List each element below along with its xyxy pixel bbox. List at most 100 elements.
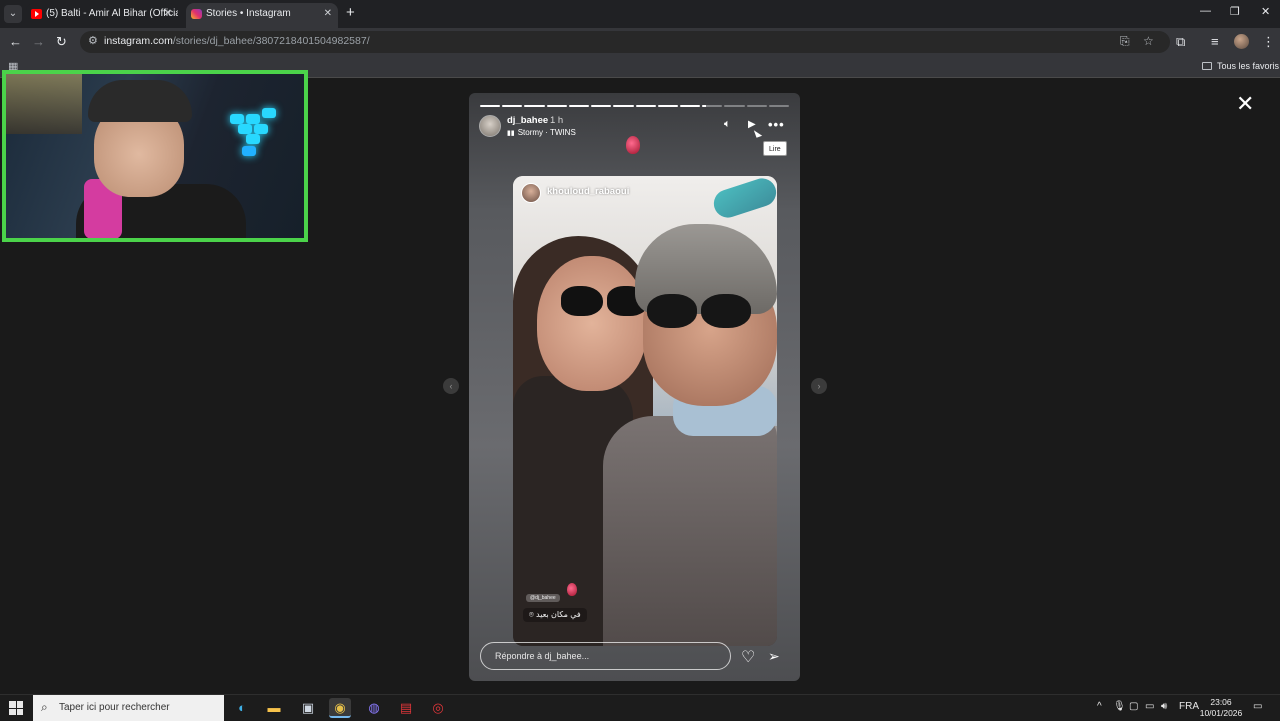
- story-progress-segment: [635, 105, 656, 107]
- profile-avatar[interactable]: [1234, 34, 1249, 49]
- photo-person-jacket: [603, 416, 777, 646]
- story-progress-segment: [546, 105, 567, 107]
- story-progress-fill: [568, 105, 590, 107]
- previous-story-button[interactable]: ‹: [443, 378, 459, 394]
- story-music-label[interactable]: ▮▮ Stormy · TWINS: [507, 128, 576, 137]
- heart-icon[interactable]: ♡: [741, 647, 755, 667]
- taskbar-clock[interactable]: 23:06 10/01/2026: [1199, 697, 1243, 719]
- tab-label: (5) Balti - Amir Al Bihar (Official: [46, 8, 178, 19]
- sunglasses-lens: [561, 286, 603, 316]
- file-explorer-icon[interactable]: ▬: [263, 698, 285, 718]
- address-bar[interactable]: ⚙ instagram.com/stories/dj_bahee/3807218…: [80, 31, 1170, 53]
- story-progress-segment: [724, 105, 745, 107]
- show-hidden-icons-icon[interactable]: ^: [1097, 701, 1102, 712]
- close-icon[interactable]: ✕: [1236, 93, 1254, 115]
- story-progress-segment: [568, 105, 590, 107]
- story-author-username[interactable]: dj_bahee: [507, 115, 548, 126]
- app-icon[interactable]: ▤: [395, 698, 417, 718]
- tab-label: Stories • Instagram: [206, 8, 291, 19]
- minimize-icon[interactable]: —: [1200, 5, 1211, 17]
- clock-time: 23:06: [1210, 697, 1232, 707]
- all-bookmarks-button[interactable]: Tous les favoris: [1202, 61, 1279, 71]
- site-info-icon[interactable]: ⚙: [88, 34, 98, 47]
- extensions-icon[interactable]: ⧉: [1176, 34, 1185, 50]
- reload-icon[interactable]: ↻: [56, 34, 67, 50]
- bookmark-star-icon[interactable]: ☆: [1143, 34, 1154, 48]
- story-progress-fill: [657, 105, 678, 107]
- edge-icon[interactable]: ◐: [231, 698, 253, 718]
- windows-start-icon[interactable]: [9, 701, 23, 715]
- menu-icon[interactable]: ⋮: [1262, 34, 1275, 50]
- story-progress-fill: [480, 105, 501, 107]
- all-bookmarks-label: Tous les favoris: [1217, 61, 1280, 71]
- url-host: instagram.com: [104, 35, 173, 47]
- story-progress-fill: [546, 105, 567, 107]
- microphone-icon[interactable]: 🎙︎: [1113, 701, 1126, 712]
- notifications-icon[interactable]: ▭: [1253, 701, 1262, 712]
- tab-instagram[interactable]: Stories • Instagram ✕: [186, 3, 338, 28]
- background-light: [6, 74, 82, 134]
- search-icon: ⌕: [41, 700, 48, 714]
- story-progress-segment: [591, 105, 612, 107]
- send-icon[interactable]: ➢: [768, 648, 780, 665]
- shared-post-photo[interactable]: khouloud_rabaoui @dj_bahee ⌾ في مكان بعي…: [513, 176, 777, 646]
- tab-close-icon[interactable]: ✕: [324, 3, 332, 25]
- forward-icon[interactable]: →: [32, 34, 45, 50]
- play-icon[interactable]: ▶: [748, 119, 756, 130]
- story-progress-fill: [679, 105, 701, 107]
- more-options-icon[interactable]: •••: [768, 117, 785, 132]
- location-tag[interactable]: ⌾ في مكان بعيد: [523, 608, 587, 622]
- story-progress-segment: [657, 105, 678, 107]
- next-story-button[interactable]: ›: [811, 378, 827, 394]
- url-path: /stories/dj_bahee/3807218401504982587/: [172, 35, 370, 47]
- windows-taskbar: ⌕ Taper ici pour rechercher ◐ ▬ ▣ ◉ ◍ ▤ …: [0, 694, 1280, 721]
- install-app-icon[interactable]: ⎘: [1120, 34, 1130, 49]
- media-icon[interactable]: ≡: [1211, 34, 1219, 50]
- taskbar-search-placeholder: Taper ici pour rechercher: [59, 702, 170, 713]
- story-progress-fill: [591, 105, 612, 107]
- tab-search-button[interactable]: ⌄: [4, 5, 22, 23]
- mention-tag[interactable]: @dj_bahee: [526, 594, 560, 602]
- heart-sticker: [567, 583, 577, 596]
- restore-icon[interactable]: ❐: [1230, 5, 1240, 18]
- story-progress-fill: [502, 105, 523, 107]
- hexagon-light: [238, 124, 252, 134]
- back-icon[interactable]: ←: [9, 34, 22, 50]
- story-card[interactable]: dj_bahee 1 h ▮▮ Stormy · TWINS 🔈︎ ▶ ••• L…: [469, 93, 800, 681]
- reply-input[interactable]: Répondre à dj_bahee...: [480, 642, 731, 670]
- volume-icon[interactable]: 🔊︎: [1161, 701, 1167, 712]
- app-icon[interactable]: ◍: [363, 698, 385, 718]
- hexagon-light: [262, 108, 276, 118]
- taskbar-search[interactable]: ⌕ Taper ici pour rechercher: [33, 695, 224, 721]
- mouse-cursor-icon: [753, 128, 763, 138]
- tab-close-icon[interactable]: ✕: [164, 3, 172, 25]
- story-progress-segment: [480, 105, 501, 107]
- youtube-icon: [31, 9, 42, 19]
- story-author-avatar[interactable]: [479, 115, 501, 137]
- hexagon-light: [246, 134, 260, 144]
- store-icon[interactable]: ▣: [297, 698, 319, 718]
- story-progress-segment: [746, 105, 767, 107]
- hexagon-light: [242, 146, 256, 156]
- url-text: instagram.com/stories/dj_bahee/380721840…: [104, 35, 370, 47]
- new-tab-button[interactable]: +: [346, 4, 355, 21]
- story-progress-fill: [635, 105, 656, 107]
- obs-icon[interactable]: ◎: [427, 698, 449, 718]
- network-icon[interactable]: ▭: [1145, 701, 1154, 712]
- chrome-icon[interactable]: ◉: [329, 698, 351, 718]
- music-icon: ▮▮: [507, 130, 515, 137]
- shared-post-username[interactable]: khouloud_rabaoui: [547, 186, 629, 197]
- shared-post-avatar[interactable]: [521, 183, 541, 203]
- tab-youtube[interactable]: (5) Balti - Amir Al Bihar (Official ✕: [26, 3, 178, 28]
- meet-icon[interactable]: ▢: [1129, 701, 1138, 712]
- folder-icon: [1202, 62, 1212, 70]
- story-time: 1 h: [550, 115, 564, 126]
- volume-icon[interactable]: 🔈︎: [724, 118, 731, 131]
- browser-tabstrip: ⌄ (5) Balti - Amir Al Bihar (Official ✕ …: [0, 0, 1280, 28]
- story-progress-segment: [524, 105, 545, 107]
- hexagon-light: [230, 114, 244, 124]
- window-close-icon[interactable]: ✕: [1261, 5, 1270, 18]
- story-progress-bar: [480, 105, 790, 107]
- language-indicator[interactable]: FRA: [1179, 701, 1199, 712]
- location-pin-icon: ⌾: [529, 610, 537, 619]
